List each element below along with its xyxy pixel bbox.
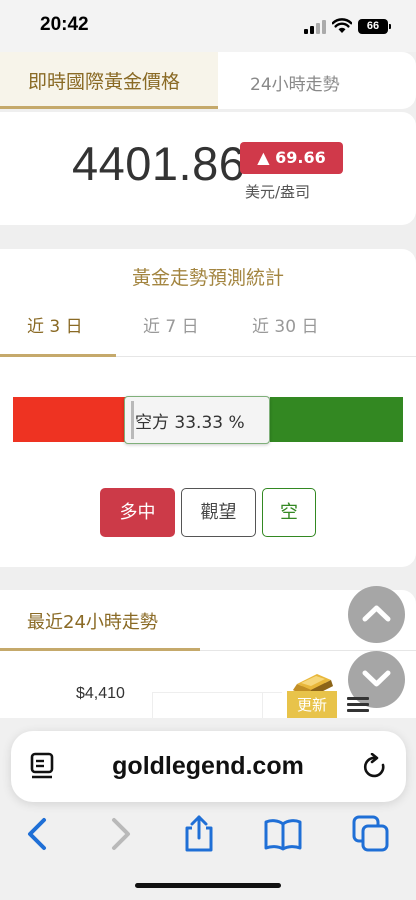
share-icon[interactable] bbox=[179, 814, 219, 854]
forward-icon[interactable] bbox=[100, 814, 140, 854]
update-button[interactable]: 更新 bbox=[287, 691, 337, 719]
trend-tab-indicator bbox=[0, 648, 200, 651]
bar-tooltip: 空方 33.33 % bbox=[124, 396, 270, 444]
tab-live-price-label: 即時國際黃金價格 bbox=[28, 71, 181, 93]
bear-bar[interactable] bbox=[270, 397, 403, 442]
reload-icon[interactable] bbox=[362, 753, 388, 781]
tooltip-label: 空方 33.33 % bbox=[135, 413, 245, 433]
url-text[interactable]: goldlegend.com bbox=[0, 752, 416, 781]
tabs-icon[interactable] bbox=[351, 814, 391, 854]
wifi-icon bbox=[332, 18, 352, 33]
bull-bar[interactable] bbox=[13, 397, 130, 442]
price-change-badge: ▲ 69.66 bbox=[240, 142, 343, 174]
y-axis-label: $4,410 bbox=[76, 685, 125, 702]
menu-icon[interactable] bbox=[347, 697, 369, 713]
bookmarks-icon[interactable] bbox=[263, 814, 303, 854]
battery-icon: 66 bbox=[358, 19, 391, 34]
tab-24h-trend[interactable]: 24小時走勢 bbox=[250, 70, 340, 95]
price-card: 4401.86 bbox=[0, 112, 416, 225]
status-bar: 20:42 66 bbox=[0, 0, 416, 52]
tab-period-3d[interactable]: 近 3 日 bbox=[27, 312, 83, 337]
chevron-down-icon bbox=[362, 670, 391, 687]
forecast-title: 黃金走勢預測統計 bbox=[131, 267, 284, 289]
status-time: 20:42 bbox=[40, 14, 89, 35]
gold-price: 4401.86 bbox=[72, 137, 246, 190]
tab-live-price[interactable]: 即時國際黃金價格 bbox=[0, 52, 218, 109]
vote-wait-button[interactable]: 觀望 bbox=[181, 488, 256, 537]
vote-long-button[interactable]: 多中 bbox=[100, 488, 175, 537]
scroll-up-button[interactable] bbox=[348, 586, 405, 643]
trend-title: 最近24小時走勢 bbox=[27, 612, 158, 633]
price-unit: 美元/盎司 bbox=[245, 183, 311, 201]
period-tab-indicator bbox=[0, 354, 116, 357]
back-icon[interactable] bbox=[18, 814, 58, 854]
tab-period-7d[interactable]: 近 7 日 bbox=[143, 312, 199, 337]
vote-short-button[interactable]: 空 bbox=[262, 488, 316, 537]
price-tabs: 即時國際黃金價格 24小時走勢 bbox=[0, 52, 416, 109]
home-indicator bbox=[135, 883, 281, 888]
chevron-up-icon bbox=[362, 605, 391, 622]
tab-period-30d[interactable]: 近 30 日 bbox=[252, 312, 318, 337]
signal-icon bbox=[304, 20, 326, 34]
